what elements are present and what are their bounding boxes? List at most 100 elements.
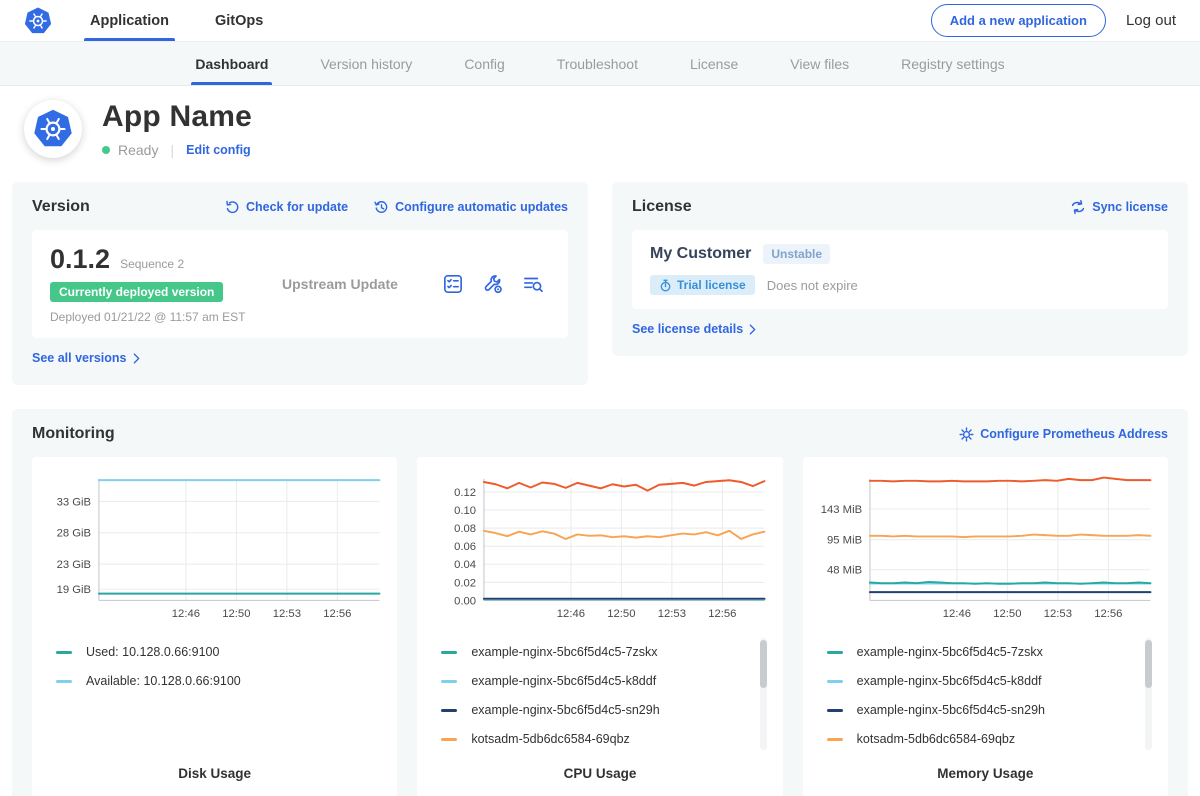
preflight-checks-icon[interactable]: [442, 273, 464, 295]
license-expiry: Does not expire: [767, 278, 858, 293]
tab-config[interactable]: Config: [438, 42, 530, 85]
tab-view-files[interactable]: View files: [764, 42, 875, 85]
legend-scrollbar[interactable]: [760, 638, 767, 750]
legend-item[interactable]: example-nginx-5bc6f5d4c5-sn29h: [441, 696, 752, 725]
memory-usage-chart-card: 12:4612:5012:5312:56143 MiB95 MiB48 MiBe…: [803, 457, 1168, 796]
svg-text:12:53: 12:53: [1043, 608, 1071, 620]
memory-chart-plot: 12:4612:5012:5312:56143 MiB95 MiB48 MiB: [815, 471, 1156, 630]
disk-usage-chart-card: 12:4612:5012:5312:5633 GiB28 GiB23 GiB19…: [32, 457, 397, 796]
legend-color-dash: [441, 651, 457, 654]
legend-item[interactable]: example-nginx-5bc6f5d4c5-k8ddf: [441, 667, 752, 696]
version-card: Version Check for update Configure autom…: [12, 182, 588, 385]
top-tab-application[interactable]: Application: [88, 0, 171, 41]
svg-text:0.00: 0.00: [454, 595, 476, 607]
version-number: 0.1.2: [50, 244, 110, 275]
svg-text:12:46: 12:46: [172, 608, 200, 620]
legend-color-dash: [827, 651, 843, 654]
tab-license[interactable]: License: [664, 42, 764, 85]
configure-prometheus-link[interactable]: Configure Prometheus Address: [959, 427, 1168, 442]
legend-label: example-nginx-5bc6f5d4c5-k8ddf: [857, 674, 1042, 688]
legend-label: example-nginx-5bc6f5d4c5-sn29h: [471, 703, 659, 717]
legend-label: example-nginx-5bc6f5d4c5-k8ddf: [471, 674, 656, 688]
gear-icon: [959, 427, 974, 442]
sync-arrows-icon: [1070, 199, 1086, 215]
svg-text:23 GiB: 23 GiB: [57, 559, 91, 571]
edit-config-link[interactable]: Edit config: [186, 143, 251, 157]
svg-text:12:56: 12:56: [1094, 608, 1122, 620]
legend-color-dash: [827, 738, 843, 741]
legend-scrollbar-thumb[interactable]: [760, 640, 767, 688]
legend-item[interactable]: example-nginx-5bc6f5d4c5-7zskx: [441, 638, 752, 667]
legend-label: example-nginx-5bc6f5d4c5-7zskx: [857, 645, 1043, 659]
current-version-row: 0.1.2 Sequence 2 Currently deployed vers…: [32, 230, 568, 338]
legend-item[interactable]: kotsadm-5db6dc6584-69qbz: [827, 725, 1138, 754]
trial-license-badge: Trial license: [650, 275, 755, 295]
svg-text:0.04: 0.04: [454, 559, 476, 571]
legend-label: kotsadm-5db6dc6584-69qbz: [857, 732, 1015, 746]
legend-item[interactable]: example-nginx-5bc6f5d4c5-sn29h: [827, 696, 1138, 725]
legend-item[interactable]: Available: 10.128.0.66:9100: [56, 667, 367, 696]
svg-text:0.12: 0.12: [454, 487, 476, 499]
deployed-timestamp: Deployed 01/21/22 @ 11:57 am EST: [50, 310, 282, 324]
chevron-right-icon: [749, 324, 756, 335]
legend-item[interactable]: Used: 10.128.0.66:9100: [56, 638, 367, 667]
legend-scrollbar-thumb[interactable]: [1145, 640, 1152, 688]
disk-chart-legend: Used: 10.128.0.66:9100 Available: 10.128.…: [56, 638, 381, 760]
check-for-update-link[interactable]: Check for update: [225, 200, 348, 215]
legend-item[interactable]: example-nginx-5bc6f5d4c5-7zskx: [827, 638, 1138, 667]
add-application-button[interactable]: Add a new application: [931, 4, 1106, 37]
legend-color-dash: [827, 680, 843, 683]
svg-text:12:56: 12:56: [709, 608, 737, 620]
legend-label: example-nginx-5bc6f5d4c5-sn29h: [857, 703, 1045, 717]
top-tab-gitops[interactable]: GitOps: [213, 0, 265, 41]
legend-label: Used: 10.128.0.66:9100: [86, 645, 219, 659]
svg-text:95 MiB: 95 MiB: [827, 535, 862, 547]
license-card: License Sync license My Customer Unstabl…: [612, 182, 1188, 356]
page-title: App Name: [102, 100, 252, 134]
status-badge: Ready: [118, 142, 158, 158]
deployed-badge: Currently deployed version: [50, 282, 223, 302]
tab-registry-settings[interactable]: Registry settings: [875, 42, 1030, 85]
app-sub-navbar: DashboardVersion historyConfigTroublesho…: [0, 42, 1200, 86]
customer-name: My Customer: [650, 245, 751, 263]
logout-link[interactable]: Log out: [1126, 12, 1176, 29]
legend-item[interactable]: example-nginx-5bc6f5d4c5-k8ddf: [827, 667, 1138, 696]
svg-text:12:46: 12:46: [942, 608, 970, 620]
divider: |: [170, 142, 174, 158]
wrench-gear-icon[interactable]: [482, 273, 504, 295]
legend-item[interactable]: kotsadm-5db6dc6584-69qbz: [441, 725, 752, 754]
file-diff-icon[interactable]: [522, 273, 544, 295]
tab-dashboard[interactable]: Dashboard: [169, 42, 294, 85]
legend-color-dash: [56, 680, 72, 683]
see-all-versions-link[interactable]: See all versions: [32, 351, 140, 365]
configure-automatic-updates-link[interactable]: Configure automatic updates: [374, 200, 568, 215]
topnav-right: Add a new application Log out: [931, 0, 1176, 41]
top-navbar: Application GitOps Add a new application …: [0, 0, 1200, 42]
sync-license-link[interactable]: Sync license: [1070, 199, 1168, 215]
tab-troubleshoot[interactable]: Troubleshoot: [531, 42, 664, 85]
kubernetes-logo-icon: [24, 7, 52, 35]
status-dot: [102, 146, 110, 154]
disk-chart-plot: 12:4612:5012:5312:5633 GiB28 GiB23 GiB19…: [44, 471, 385, 630]
legend-color-dash: [441, 738, 457, 741]
svg-text:143 MiB: 143 MiB: [820, 504, 861, 516]
license-summary-row: My Customer Unstable Trial license Does …: [632, 230, 1168, 309]
chevron-right-icon: [133, 353, 140, 364]
svg-text:0.10: 0.10: [454, 505, 476, 517]
charts-row: 12:4612:5012:5312:5633 GiB28 GiB23 GiB19…: [32, 457, 1168, 796]
cpu-chart-title: CPU Usage: [429, 766, 770, 781]
svg-text:12:53: 12:53: [273, 608, 301, 620]
tab-version-history[interactable]: Version history: [294, 42, 438, 85]
cpu-usage-chart-card: 12:4612:5012:5312:560.120.100.080.060.04…: [417, 457, 782, 796]
svg-text:28 GiB: 28 GiB: [57, 528, 91, 540]
cpu-chart-legend: example-nginx-5bc6f5d4c5-7zskx example-ng…: [441, 638, 766, 760]
legend-scrollbar[interactable]: [1145, 638, 1152, 750]
svg-text:12:50: 12:50: [608, 608, 636, 620]
see-license-details-link[interactable]: See license details: [632, 322, 756, 336]
app-header: App Name Ready | Edit config: [0, 86, 1200, 176]
svg-text:12:50: 12:50: [222, 608, 250, 620]
svg-text:19 GiB: 19 GiB: [57, 584, 91, 596]
monitoring-card: Monitoring Configure Prometheus Address …: [12, 409, 1188, 796]
svg-text:12:46: 12:46: [557, 608, 585, 620]
svg-text:12:50: 12:50: [993, 608, 1021, 620]
